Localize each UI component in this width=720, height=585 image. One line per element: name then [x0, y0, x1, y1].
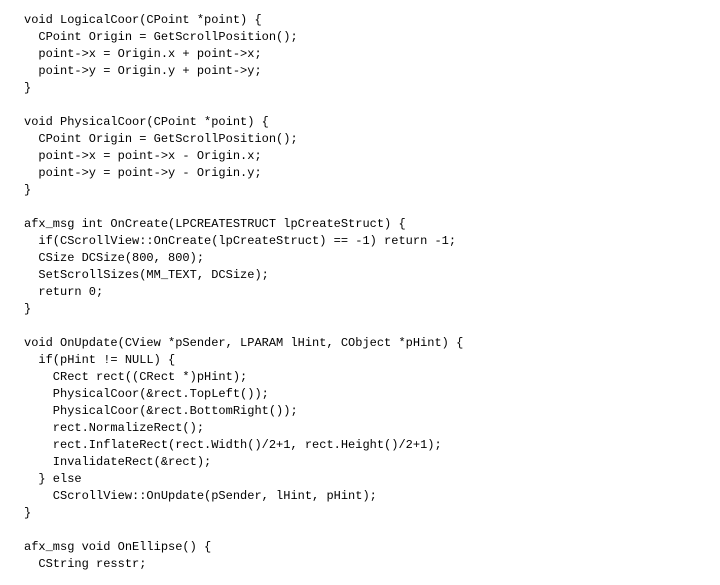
code-line: point->x = point->x - Origin.x;: [24, 148, 696, 165]
code-line: CSize DCSize(800, 800);: [24, 250, 696, 267]
code-line: void LogicalCoor(CPoint *point) {: [24, 12, 696, 29]
code-block: void LogicalCoor(CPoint *point) { CPoint…: [0, 0, 720, 585]
code-line: CRect rect((CRect *)pHint);: [24, 369, 696, 386]
code-line: }: [24, 301, 696, 318]
code-line: point->x = Origin.x + point->x;: [24, 46, 696, 63]
code-line: rect.InflateRect(rect.Width()/2+1, rect.…: [24, 437, 696, 454]
code-line: void OnUpdate(CView *pSender, LPARAM lHi…: [24, 335, 696, 352]
code-line: PhysicalCoor(&rect.BottomRight());: [24, 403, 696, 420]
code-line: void PhysicalCoor(CPoint *point) {: [24, 114, 696, 131]
code-line: [24, 522, 696, 539]
code-line: CPoint Origin = GetScrollPosition();: [24, 29, 696, 46]
code-line: CScrollView::OnUpdate(pSender, lHint, pH…: [24, 488, 696, 505]
code-line: [24, 97, 696, 114]
code-line: rect.NormalizeRect();: [24, 420, 696, 437]
code-line: point->y = Origin.y + point->y;: [24, 63, 696, 80]
code-line: if(CScrollView::OnCreate(lpCreateStruct)…: [24, 233, 696, 250]
code-line: } else: [24, 471, 696, 488]
code-line: afx_msg void OnEllipse() {: [24, 539, 696, 556]
code-line: if(pHint != NULL) {: [24, 352, 696, 369]
code-line: }: [24, 505, 696, 522]
code-line: PhysicalCoor(&rect.TopLeft());: [24, 386, 696, 403]
code-line: [24, 199, 696, 216]
code-line: CPoint Origin = GetScrollPosition();: [24, 131, 696, 148]
code-line: [24, 318, 696, 335]
code-line: SetScrollSizes(MM_TEXT, DCSize);: [24, 267, 696, 284]
code-line: }: [24, 80, 696, 97]
code-line: }: [24, 182, 696, 199]
code-line: return 0;: [24, 284, 696, 301]
code-line: CString resstr;: [24, 556, 696, 573]
code-line: afx_msg int OnCreate(LPCREATESTRUCT lpCr…: [24, 216, 696, 233]
code-line: point->y = point->y - Origin.y;: [24, 165, 696, 182]
code-line: InvalidateRect(&rect);: [24, 454, 696, 471]
